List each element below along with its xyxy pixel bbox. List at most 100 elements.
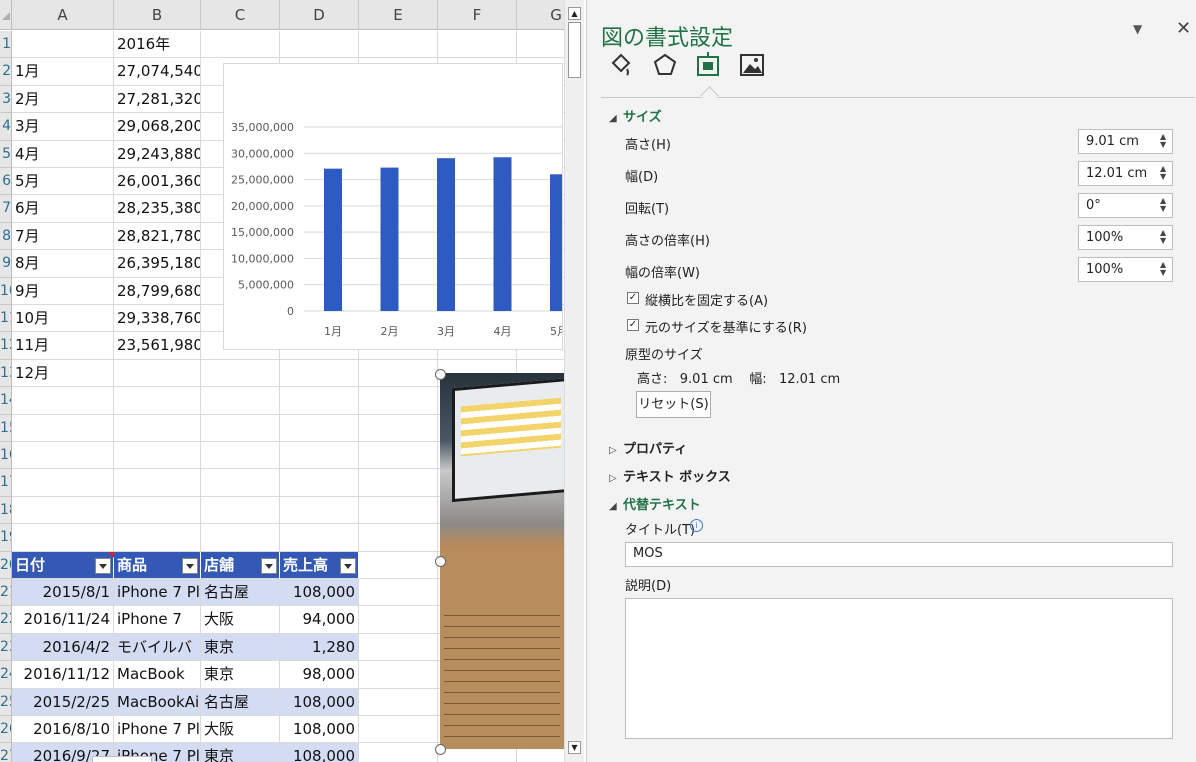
alt-text-section-header[interactable]: ◢ 代替テキスト: [609, 494, 701, 513]
filter-dropdown-icon[interactable]: [95, 557, 111, 574]
filter-dropdown-icon[interactable]: [261, 557, 277, 574]
row-header[interactable]: 15: [0, 414, 12, 442]
size-properties-icon[interactable]: [694, 51, 722, 79]
row-header[interactable]: 11: [0, 305, 12, 333]
row-header[interactable]: 27: [0, 743, 12, 762]
grid-cell[interactable]: [12, 387, 114, 415]
sales-value-cell[interactable]: [114, 359, 201, 388]
sales-value-cell[interactable]: 28,821,780: [114, 222, 201, 251]
grid-cell[interactable]: [359, 688, 438, 716]
row-header[interactable]: 22: [0, 606, 12, 634]
grid-cell[interactable]: [359, 551, 438, 579]
table-row-cell[interactable]: 2015/2/25: [12, 688, 114, 716]
grid-cell[interactable]: [359, 743, 438, 762]
row-header[interactable]: 3: [0, 85, 12, 114]
grid-cell[interactable]: [359, 579, 438, 607]
scroll-down-arrow[interactable]: ▼: [568, 741, 581, 754]
spinner-arrows-icon[interactable]: ▲ ▼: [1160, 261, 1168, 277]
spinner-arrows-icon[interactable]: ▲ ▼: [1160, 229, 1168, 245]
month-cell[interactable]: 3月: [12, 113, 114, 141]
sales-chart[interactable]: 35,000,000 30,000,000 25,000,000 20,000,000…: [223, 63, 563, 350]
grid-cell[interactable]: [114, 469, 201, 497]
resize-handle[interactable]: [435, 556, 446, 567]
grid-cell[interactable]: [201, 496, 280, 525]
grid-cell[interactable]: [280, 387, 359, 415]
grid-cell[interactable]: [359, 442, 438, 470]
row-header[interactable]: 20: [0, 551, 12, 579]
column-header[interactable]: B: [114, 0, 201, 30]
sales-value-cell[interactable]: 29,068,200: [114, 113, 201, 141]
table-row-cell[interactable]: iPhone 7 Pl: [114, 579, 201, 607]
table-row-cell[interactable]: 2016/11/12: [12, 661, 114, 689]
row-header[interactable]: 13: [0, 359, 12, 388]
grid-cell[interactable]: [201, 414, 280, 442]
grid-cell[interactable]: [359, 633, 438, 662]
row-header[interactable]: 18: [0, 496, 12, 525]
grid-cell[interactable]: [280, 469, 359, 497]
table-row-cell[interactable]: 98,000: [280, 661, 359, 689]
row-header[interactable]: 23: [0, 633, 12, 662]
grid-cell[interactable]: [12, 469, 114, 497]
table-row-cell[interactable]: 2016/11/24: [12, 606, 114, 634]
textbox-section-header[interactable]: ▷ テキスト ボックス: [609, 466, 731, 485]
picture-icon[interactable]: [738, 51, 766, 79]
table-row-cell[interactable]: 94,000: [280, 606, 359, 634]
row-header[interactable]: 9: [0, 250, 12, 278]
size-spinner-input[interactable]: 12.01 cm ▲ ▼: [1078, 161, 1173, 186]
row-header[interactable]: 17: [0, 469, 12, 497]
grid-cell[interactable]: [114, 524, 201, 552]
column-header[interactable]: E: [359, 0, 438, 30]
grid-cell[interactable]: [12, 496, 114, 525]
month-cell[interactable]: 1月: [12, 58, 114, 86]
table-row-cell[interactable]: iPhone 7 Pl: [114, 716, 201, 744]
table-row-cell[interactable]: iPhone 7: [114, 606, 201, 634]
grid-cell[interactable]: [280, 31, 359, 59]
table-row-cell[interactable]: 名古屋: [201, 688, 280, 716]
grid-cell[interactable]: [359, 606, 438, 634]
row-header[interactable]: 12: [0, 332, 12, 360]
grid-cell[interactable]: [12, 31, 114, 59]
row-header[interactable]: 1: [0, 31, 12, 59]
table-row-cell[interactable]: 東京: [201, 633, 280, 662]
table-row-cell[interactable]: 2015/8/1: [12, 579, 114, 607]
table-row-cell[interactable]: 大阪: [201, 716, 280, 744]
row-header[interactable]: 19: [0, 524, 12, 552]
table-row-cell[interactable]: 2016/4/2: [12, 633, 114, 662]
sales-value-cell[interactable]: 28,799,680: [114, 277, 201, 305]
sales-value-cell[interactable]: 29,243,880: [114, 140, 201, 168]
column-header[interactable]: D: [280, 0, 359, 30]
month-cell[interactable]: 10月: [12, 305, 114, 333]
sales-value-cell[interactable]: 26,001,360: [114, 168, 201, 196]
grid-cell[interactable]: [201, 442, 280, 470]
resize-handle[interactable]: [435, 369, 446, 380]
sales-value-cell[interactable]: 29,338,760: [114, 305, 201, 333]
close-icon[interactable]: ✕: [1176, 18, 1191, 39]
alt-title-input[interactable]: MOS: [625, 542, 1173, 567]
grid-cell[interactable]: [359, 661, 438, 689]
table-row-cell[interactable]: モバイルバ: [114, 633, 201, 662]
info-icon[interactable]: i: [690, 519, 703, 532]
row-header[interactable]: 7: [0, 195, 12, 223]
grid-cell[interactable]: [201, 387, 280, 415]
column-header[interactable]: C: [201, 0, 280, 30]
scroll-up-arrow[interactable]: ▲: [568, 7, 581, 20]
table-row-cell[interactable]: 1,280: [280, 633, 359, 662]
grid-cell[interactable]: [280, 442, 359, 470]
resize-handle[interactable]: [435, 744, 446, 755]
month-cell[interactable]: 6月: [12, 195, 114, 223]
grid-cell[interactable]: [359, 31, 438, 59]
row-header[interactable]: 16: [0, 442, 12, 470]
month-cell[interactable]: 9月: [12, 277, 114, 305]
table-row-cell[interactable]: 東京: [201, 743, 280, 762]
grid-cell[interactable]: [114, 496, 201, 525]
grid-cell[interactable]: [280, 414, 359, 442]
description-textarea[interactable]: [625, 598, 1173, 739]
grid-cell[interactable]: [12, 442, 114, 470]
month-cell[interactable]: 5月: [12, 168, 114, 196]
sales-value-cell[interactable]: 23,561,980: [114, 332, 201, 360]
grid-cell[interactable]: [201, 524, 280, 552]
lock-aspect-checkbox[interactable]: ✓: [627, 292, 639, 304]
filter-dropdown-icon[interactable]: [182, 557, 198, 574]
grid-cell[interactable]: [114, 442, 201, 470]
column-header[interactable]: F: [438, 0, 517, 30]
